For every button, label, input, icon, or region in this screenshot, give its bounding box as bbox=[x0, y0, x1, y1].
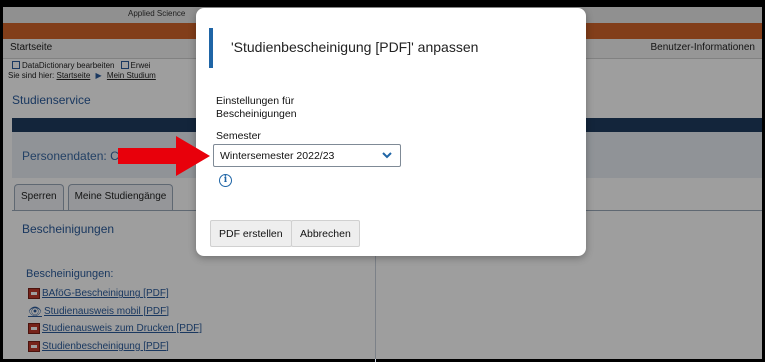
info-icon[interactable]: i bbox=[219, 174, 232, 187]
dialog-subtitle: Einstellungen für Bescheinigungen bbox=[216, 95, 297, 120]
semester-label: Semester bbox=[216, 130, 261, 142]
customize-dialog: 'Studienbescheinigung [PDF]' anpassen Ei… bbox=[196, 8, 586, 256]
cancel-button[interactable]: Abbrechen bbox=[291, 220, 360, 247]
semester-selected-value: Wintersemester 2022/23 bbox=[220, 150, 335, 162]
semester-select[interactable]: Wintersemester 2022/23 bbox=[213, 144, 401, 167]
create-pdf-button[interactable]: PDF erstellen bbox=[210, 220, 292, 247]
annotation-arrow-icon bbox=[118, 136, 210, 176]
dialog-title: 'Studienbescheinigung [PDF]' anpassen bbox=[231, 39, 479, 55]
dialog-accent-bar bbox=[209, 28, 213, 68]
chevron-down-icon bbox=[382, 152, 392, 159]
